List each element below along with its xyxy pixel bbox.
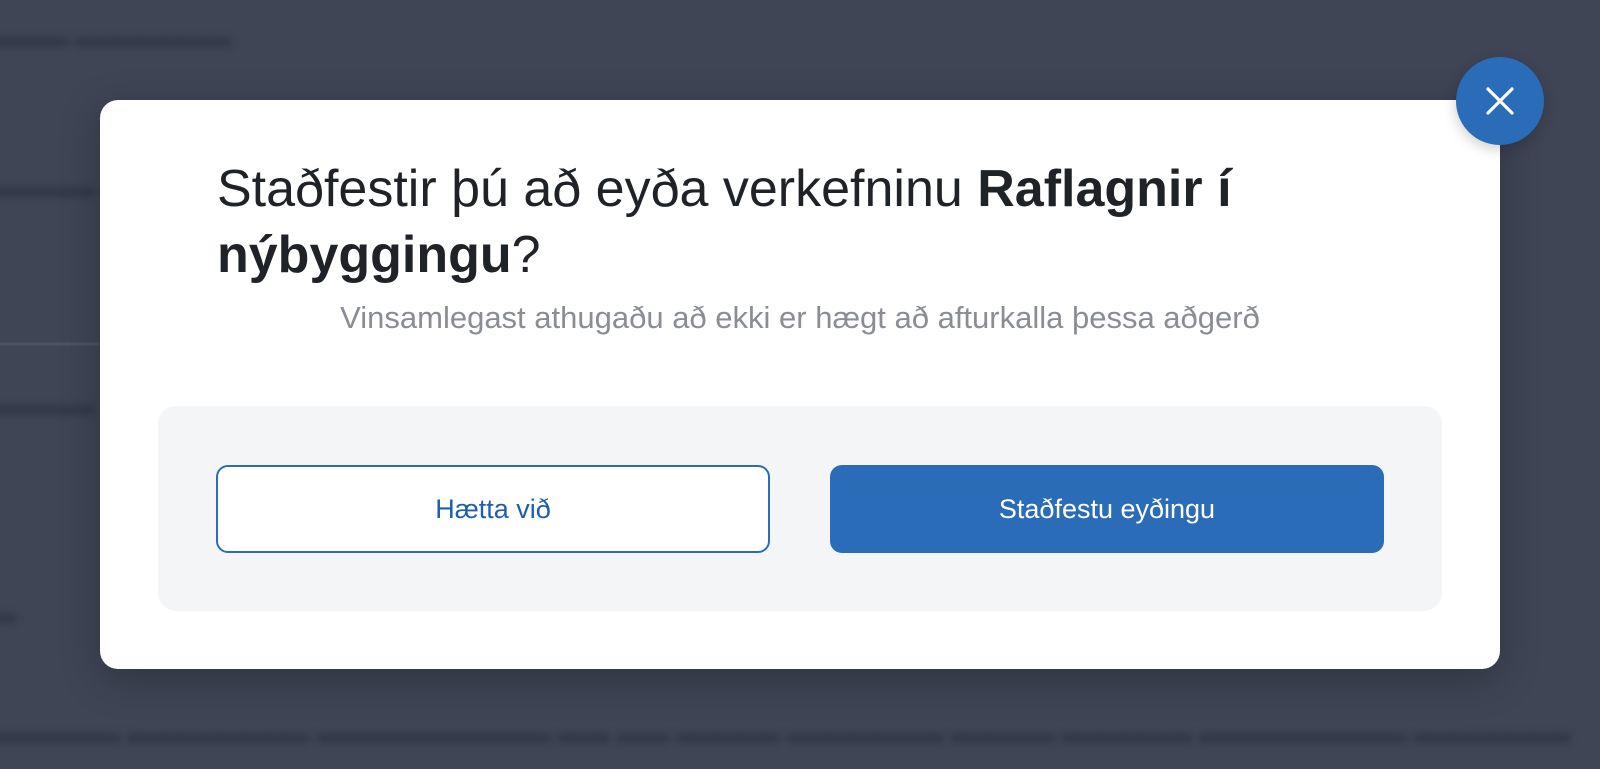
close-dialog-button[interactable] bbox=[1456, 57, 1544, 145]
delete-confirmation-dialog: Staðfestir þú að eyða verkefninu Raflagn… bbox=[100, 100, 1500, 669]
dialog-title-prefix: Staðfestir þú að eyða verkefninu bbox=[217, 160, 978, 218]
cancel-button[interactable]: Hætta við bbox=[216, 465, 770, 553]
background-page-text: ▬▬▬ ▬▬▬▬▬▬ bbox=[0, 22, 232, 52]
background-page-text: ▬▬▬▬ bbox=[0, 390, 94, 420]
background-page-text: ▬▬▬▬▬ ▬▬▬▬▬▬▬ ▬▬▬▬▬▬▬▬▬ ▬▬ ▬▬ ▬▬▬▬ ▬▬▬▬▬… bbox=[0, 718, 1571, 748]
irreversible-warning: Vinsamlegast athugaðu að ekki er hægt að… bbox=[340, 300, 1260, 335]
close-icon bbox=[1485, 86, 1515, 116]
background-page-text: ▬ bbox=[0, 598, 16, 628]
confirm-delete-button[interactable]: Staðfestu eyðingu bbox=[830, 465, 1384, 553]
dialog-actions: Hætta við Staðfestu eyðingu bbox=[158, 406, 1442, 611]
background-divider bbox=[0, 343, 100, 345]
dialog-title: Staðfestir þú að eyða verkefninu Raflagn… bbox=[217, 156, 1367, 288]
dialog-title-suffix: ? bbox=[511, 226, 541, 284]
